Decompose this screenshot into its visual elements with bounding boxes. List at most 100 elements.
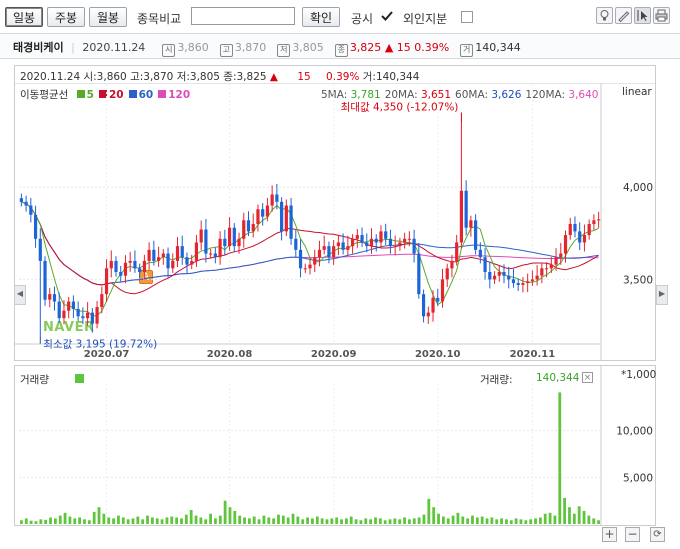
candle-body: [549, 264, 553, 269]
candle-body: [246, 220, 251, 232]
volume-bar: [378, 518, 382, 524]
volume-bar: [451, 515, 455, 524]
volume-bar: [189, 510, 193, 524]
volume-bar: [223, 500, 227, 524]
confirm-button[interactable]: 확인: [302, 7, 340, 27]
candle-body: [156, 257, 161, 261]
candle-body: [440, 279, 445, 302]
volume-bar: [272, 518, 276, 524]
candle-body: [597, 219, 601, 221]
foreign-label: 외인지분: [403, 12, 448, 26]
candle-body: [450, 260, 454, 269]
volume-bar: [29, 520, 33, 524]
candle-body: [161, 253, 165, 258]
volume-bar: [252, 516, 256, 524]
bulb-icon[interactable]: [596, 7, 613, 24]
volume-bar: [330, 518, 334, 524]
candle-body: [530, 279, 534, 282]
volume-bar: [87, 520, 91, 524]
candle-body: [379, 231, 383, 243]
candle-body: [469, 220, 473, 228]
cursor-icon[interactable]: [634, 7, 651, 24]
candle-body: [67, 301, 71, 311]
volume-bar: [233, 510, 237, 524]
candle-body: [563, 235, 568, 254]
info-open: 3,860: [177, 41, 209, 54]
candle-body: [100, 294, 104, 308]
candle-body: [587, 224, 591, 236]
candle-body: [507, 275, 511, 280]
y-tick-label: 3,500: [623, 274, 653, 286]
volume-bar: [146, 515, 149, 524]
candle-body: [384, 231, 388, 239]
info-change-pct: 0.39%: [414, 41, 450, 54]
volume-bar: [204, 519, 208, 524]
volume-chart-panel[interactable]: 거래량 거래량: 140,344 × *1,000 10,000 5,000: [14, 365, 656, 526]
volume-bar: [238, 515, 242, 524]
volume-bar: [340, 519, 343, 524]
volume-bar: [53, 518, 57, 524]
volume-bar: [165, 517, 169, 524]
candle-body: [459, 190, 464, 243]
volume-bar: [131, 518, 135, 524]
volume-bar: [441, 516, 445, 524]
volume-bar: [315, 516, 319, 524]
volume-bar: [320, 518, 324, 524]
x-tick-label: 2020.10: [415, 349, 461, 360]
volume-bar: [92, 511, 96, 524]
candle-body: [152, 249, 156, 261]
volume-y-tick-label: 5,000: [623, 472, 653, 484]
candle-body: [313, 257, 317, 265]
info-date: 2020.11.24: [82, 41, 146, 54]
candle-body: [497, 272, 501, 276]
candle-body: [209, 253, 213, 255]
volume-bar: [325, 519, 329, 524]
foreign-checkbox[interactable]: [461, 11, 473, 23]
candle-body: [71, 301, 76, 309]
volume-bar: [78, 517, 82, 524]
volume-bar: [262, 515, 266, 524]
volume-icon: 거: [460, 44, 474, 57]
candle-body: [346, 246, 350, 250]
volume-bar: [582, 510, 586, 524]
candle-body: [256, 209, 260, 224]
weekly-button[interactable]: 주봉: [47, 7, 85, 27]
candle-body: [464, 190, 468, 228]
price-chart-panel[interactable]: 2020.11.24 시:3,860 고:3,870 저:3,805 종:3,8…: [14, 65, 656, 361]
pen-icon[interactable]: [615, 7, 632, 24]
volume-bar: [63, 512, 67, 524]
compare-input[interactable]: [191, 7, 295, 25]
volume-bar: [417, 517, 421, 524]
candle-body: [350, 238, 355, 247]
x-tick-label: 2020.11: [510, 349, 556, 360]
volume-bar: [34, 521, 38, 524]
disclosure-checkbox[interactable]: [381, 10, 393, 22]
volume-bar: [121, 517, 125, 524]
candle-body: [388, 238, 393, 247]
candle-body: [308, 264, 312, 269]
candle-body: [123, 262, 128, 276]
y-tick-label: 4,000: [623, 182, 653, 194]
scroll-right-icon[interactable]: ▶: [656, 285, 668, 305]
candle-body: [185, 257, 189, 265]
stock-info-bar: 태경비케이 | 2020.11.24 시 3,860 고 3,870 저 3,805 …: [0, 33, 680, 59]
volume-bar: [39, 519, 43, 524]
price-chart: 4,0003,5002020.07 2020.08 2020.09 2020.10 20…: [15, 83, 653, 360]
candle-body: [43, 260, 47, 300]
candle-body: [119, 272, 123, 276]
candle-body: [436, 297, 440, 302]
volume-bar: [505, 519, 508, 524]
zoom-out-button[interactable]: −: [625, 527, 640, 542]
print-icon[interactable]: [653, 7, 670, 24]
volume-bar: [471, 515, 474, 524]
volume-bar: [412, 518, 416, 524]
scroll-left-icon[interactable]: ◀: [14, 285, 26, 305]
info-close: 3,825: [349, 41, 382, 54]
refresh-button[interactable]: ⟳: [650, 527, 665, 542]
candle-body: [582, 235, 587, 243]
monthly-button[interactable]: 월봉: [89, 7, 127, 27]
candle-body: [365, 242, 369, 247]
zoom-in-button[interactable]: +: [602, 527, 617, 542]
daily-button[interactable]: 일봉: [5, 7, 43, 27]
stock-name: 태경비케이: [13, 41, 64, 54]
